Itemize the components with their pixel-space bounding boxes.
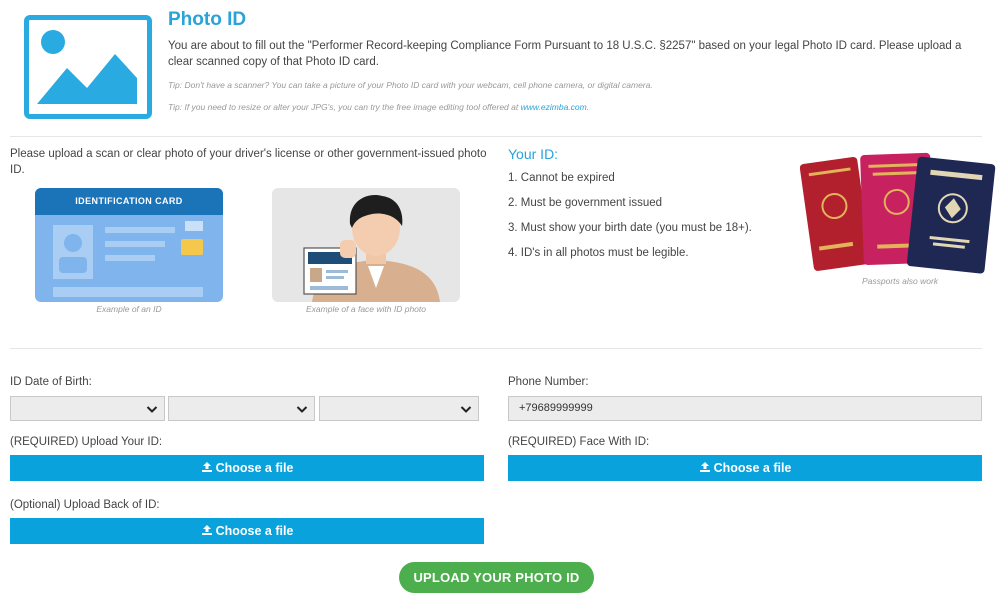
your-id-title: Your ID: — [508, 146, 559, 162]
id-card-label: IDENTIFICATION CARD — [35, 188, 223, 215]
requirement-item: 3. Must show your birth date (you must b… — [508, 222, 752, 234]
upload-face-button[interactable]: Choose a file — [508, 455, 982, 481]
chevron-down-icon — [146, 406, 158, 413]
upload-icon — [201, 525, 212, 535]
upload-back-id-button[interactable]: Choose a file — [10, 518, 484, 544]
tip-scanner: Tip: Don't have a scanner? You can take … — [168, 80, 653, 90]
dob-year-select[interactable] — [319, 396, 479, 421]
id-example-caption: Example of an ID — [96, 304, 162, 314]
divider — [10, 348, 982, 349]
face-id-label: (REQUIRED) Face With ID: — [508, 436, 650, 448]
upload-icon — [699, 462, 710, 472]
id-card-example-image: IDENTIFICATION CARD — [35, 188, 223, 302]
intro-text: You are about to fill out the "Performer… — [168, 40, 962, 68]
requirement-item: 2. Must be government issued — [508, 197, 663, 209]
requirements-list: 1. Cannot be expired 2. Must be governme… — [508, 171, 752, 271]
tip-resize: Tip: If you need to resize or alter your… — [168, 102, 590, 112]
phone-label: Phone Number: — [508, 376, 589, 388]
face-with-id-example-image — [272, 188, 460, 302]
face-example-caption: Example of a face with ID photo — [305, 304, 426, 314]
passports-caption: Passports also work — [861, 276, 939, 286]
image-icon — [24, 15, 152, 119]
chevron-down-icon — [296, 406, 308, 413]
ezimba-link[interactable]: www.ezimba.com — [521, 102, 587, 112]
passports-example-image — [799, 150, 1000, 278]
upload-instructions: Please upload a scan or clear photo of y… — [10, 148, 487, 176]
phone-input[interactable]: +79689999999 — [508, 396, 982, 421]
dob-day-select[interactable] — [10, 396, 165, 421]
choose-file-label: Choose a file — [215, 524, 294, 538]
dob-month-select[interactable] — [168, 396, 315, 421]
upload-photo-id-button[interactable]: UPLOAD YOUR PHOTO ID — [399, 562, 594, 593]
upload-id-button[interactable]: Choose a file — [10, 455, 484, 481]
dob-label: ID Date of Birth: — [10, 376, 92, 388]
page-title: Photo ID — [168, 9, 247, 30]
requirement-item: 4. ID's in all photos must be legible. — [508, 247, 689, 259]
choose-file-label: Choose a file — [713, 461, 792, 475]
back-id-label: (Optional) Upload Back of ID: — [10, 499, 160, 511]
upload-icon — [201, 462, 212, 472]
choose-file-label: Choose a file — [215, 461, 294, 475]
upload-id-label: (REQUIRED) Upload Your ID: — [10, 436, 163, 448]
chevron-down-icon — [460, 406, 472, 413]
requirement-item: 1. Cannot be expired — [508, 172, 615, 184]
divider — [10, 136, 982, 137]
